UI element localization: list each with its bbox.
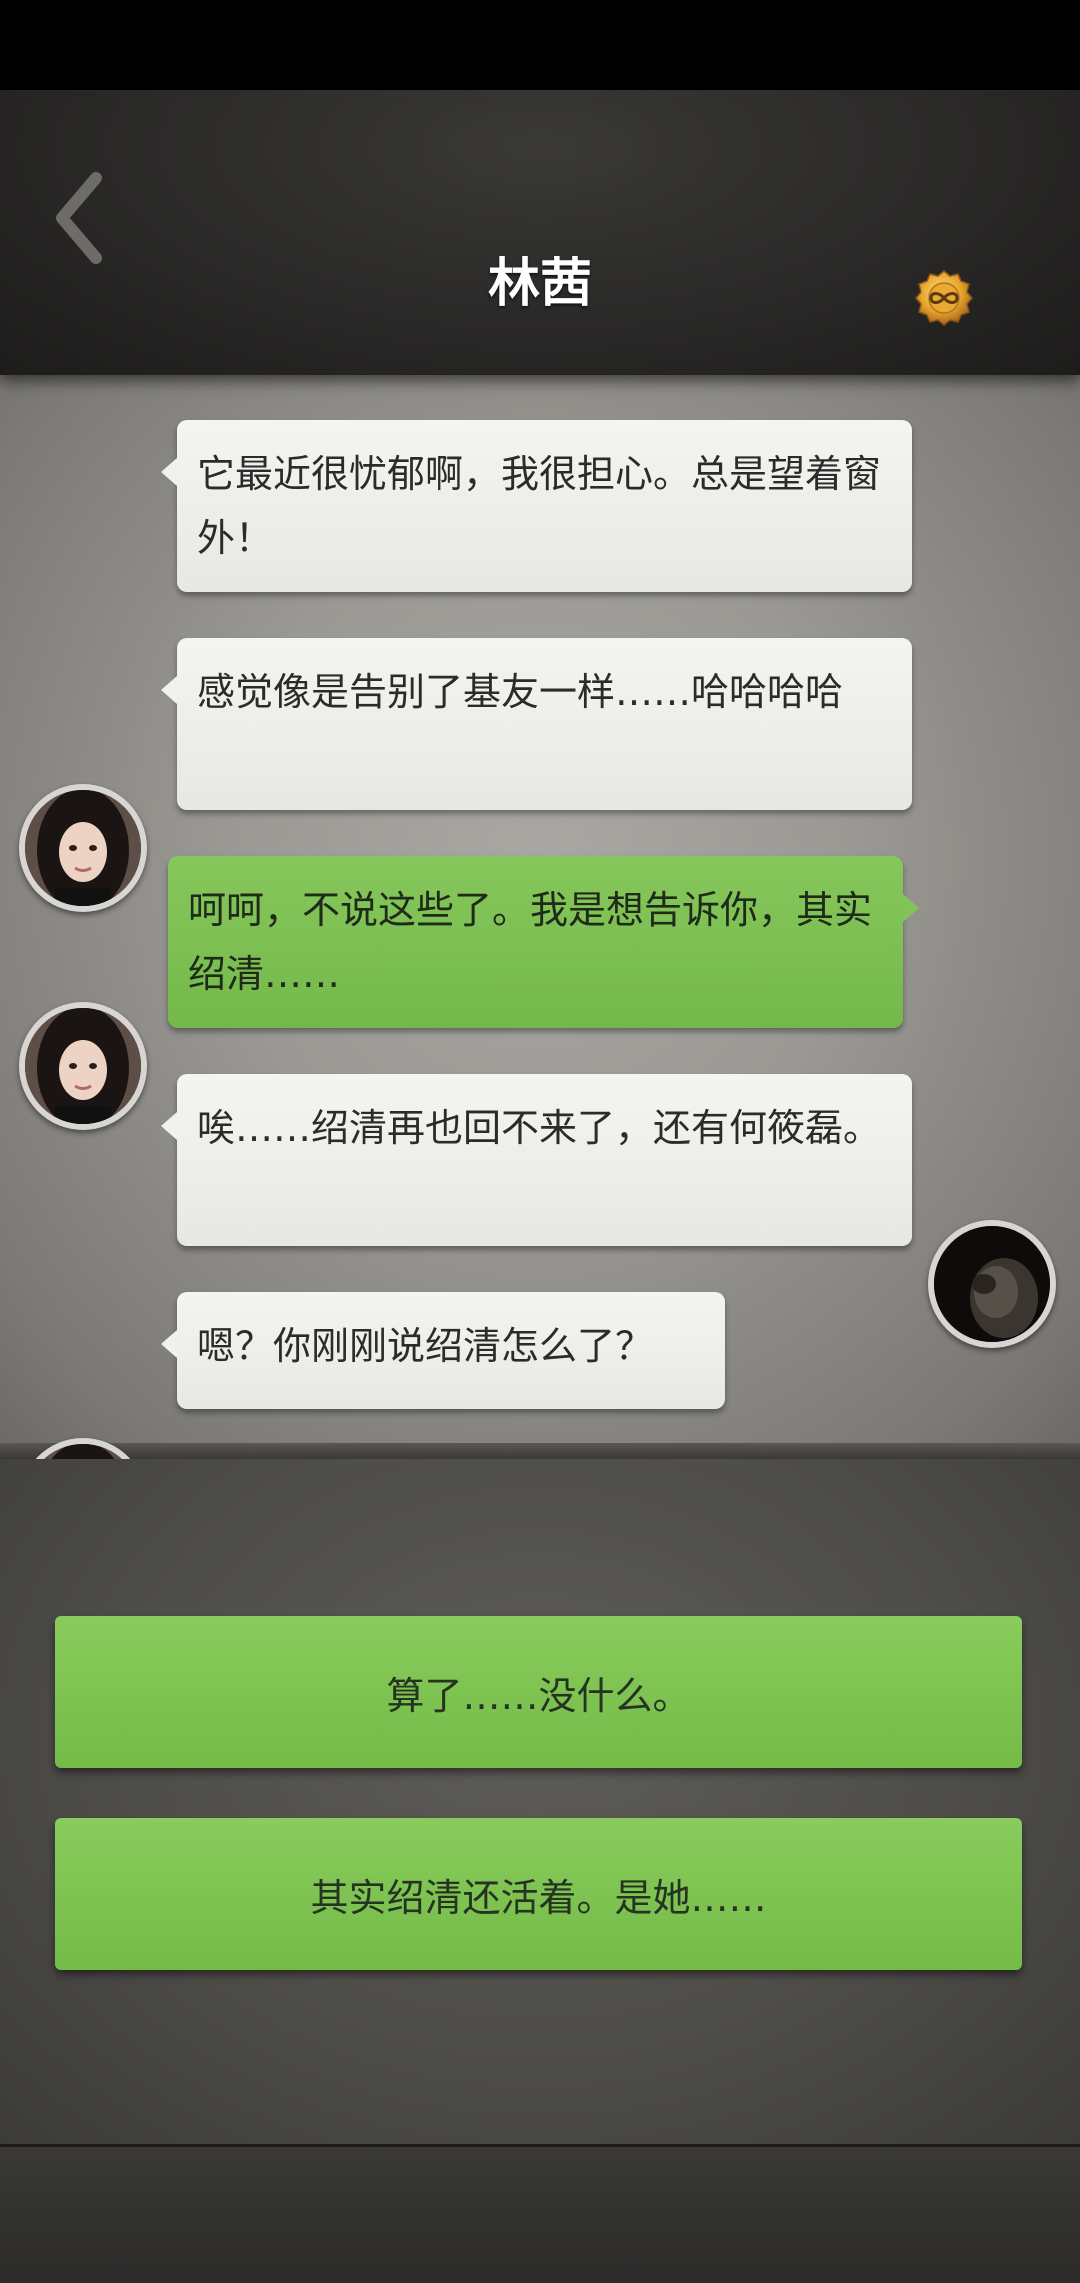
bottom-bar <box>0 2144 1080 2283</box>
contact-avatar[interactable] <box>19 1002 147 1130</box>
player-avatar[interactable] <box>928 1220 1056 1348</box>
status-bar <box>0 0 1080 90</box>
infinity-coin-icon <box>915 270 973 326</box>
message-text: 嗯？你刚刚说绍清怎么了？ <box>197 1324 654 1368</box>
chevron-left-icon <box>56 172 102 264</box>
chat-area[interactable]: 它最近很忧郁啊，我很担心。总是望着窗外！ 感觉像是告别了基友一样……哈哈哈哈 呵… <box>0 375 1080 1784</box>
contact-avatar-photo <box>25 790 141 906</box>
reply-option-label: 其实绍清还活着。是她…… <box>310 1875 767 1920</box>
message-bubble-contact[interactable]: 嗯？你刚刚说绍清怎么了？ <box>161 1292 725 1409</box>
player-avatar-photo <box>934 1226 1050 1342</box>
message-bubble-contact[interactable]: 感觉像是告别了基友一样……哈哈哈哈 <box>161 638 912 810</box>
contact-avatar[interactable] <box>19 784 147 912</box>
contact-avatar-photo <box>25 1008 141 1124</box>
message-text: 唉……绍清再也回不来了，还有何筱磊。 <box>197 1106 882 1150</box>
message-bubble-contact[interactable]: 它最近很忧郁啊，我很担心。总是望着窗外！ <box>161 420 912 592</box>
back-button[interactable] <box>48 168 118 268</box>
reply-option-button[interactable]: 其实绍清还活着。是她…… <box>55 1818 1022 1970</box>
infinity-coin-button[interactable] <box>914 268 974 328</box>
chat-header <box>0 90 1080 375</box>
reply-option-button[interactable]: 算了……没什么。 <box>55 1616 1022 1768</box>
reply-option-label: 算了……没什么。 <box>386 1673 691 1718</box>
reply-options-area: 算了……没什么。 其实绍清还活着。是她…… <box>0 1459 1080 2144</box>
message-text: 呵呵，不说这些了。我是想告诉你，其实绍清…… <box>188 888 873 996</box>
message-bubble-contact[interactable]: 唉……绍清再也回不来了，还有何筱磊。 <box>161 1074 912 1246</box>
message-text: 感觉像是告别了基友一样……哈哈哈哈 <box>197 670 844 714</box>
message-bubble-player[interactable]: 呵呵，不说这些了。我是想告诉你，其实绍清…… <box>168 856 919 1028</box>
contact-name-title: 林茜 <box>487 254 592 314</box>
message-text: 它最近很忧郁啊，我很担心。总是望着窗外！ <box>197 452 882 560</box>
